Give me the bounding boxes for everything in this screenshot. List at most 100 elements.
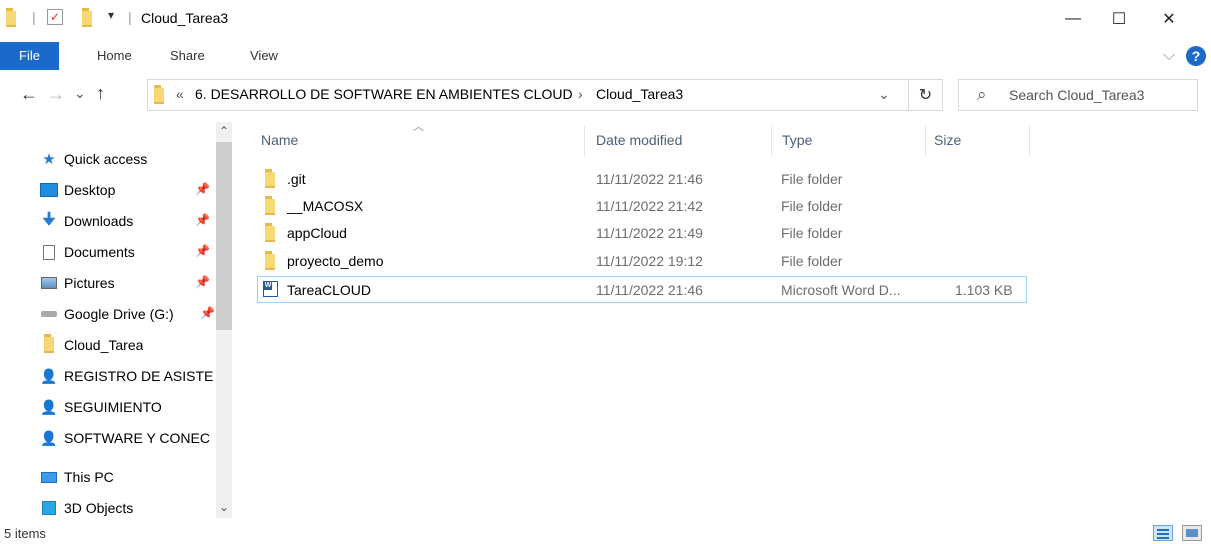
file-date: 11/11/2022 21:49 bbox=[596, 225, 703, 241]
file-type: File folder bbox=[781, 253, 843, 269]
file-date: 11/11/2022 21:46 bbox=[596, 282, 703, 298]
file-list: ︿ Name Date modified Type Size .git 11/1… bbox=[238, 121, 1211, 522]
tab-file[interactable]: File bbox=[0, 42, 59, 70]
pin-icon[interactable]: 📌 bbox=[200, 306, 215, 320]
nav-item-3d-objects[interactable]: 3D Objects bbox=[40, 493, 255, 523]
close-button[interactable]: ✕ bbox=[1146, 0, 1192, 38]
pin-icon[interactable]: 📌 bbox=[195, 182, 210, 196]
file-row[interactable]: __MACOSX 11/11/2022 21:42 File folder bbox=[257, 193, 1027, 220]
file-type: Microsoft Word D... bbox=[781, 282, 901, 298]
divider: | bbox=[128, 9, 132, 25]
folder-icon bbox=[265, 169, 275, 191]
file-name: .git bbox=[287, 171, 306, 187]
folder-icon bbox=[265, 223, 275, 245]
recent-locations-button[interactable]: ⌄ bbox=[74, 85, 86, 102]
help-icon[interactable]: ? bbox=[1186, 46, 1206, 66]
breadcrumb-separator[interactable]: › bbox=[578, 86, 583, 102]
tab-home[interactable]: Home bbox=[97, 42, 132, 70]
search-icon: ⌕ bbox=[977, 85, 987, 104]
item-count: 5 items bbox=[4, 526, 46, 541]
nav-item-software[interactable]: 👤 SOFTWARE Y CONEC bbox=[40, 423, 255, 453]
file-date: 11/11/2022 19:12 bbox=[596, 253, 703, 269]
breadcrumb-item[interactable]: 6. DESARROLLO DE SOFTWARE EN AMBIENTES C… bbox=[195, 86, 573, 102]
folder-icon bbox=[265, 251, 275, 273]
ribbon: File Home Share View ⌵ ? bbox=[0, 38, 1211, 70]
nav-item-pictures[interactable]: Pictures bbox=[40, 268, 255, 298]
file-date: 11/11/2022 21:42 bbox=[596, 198, 703, 214]
sort-ascending-icon: ︿ bbox=[413, 121, 424, 133]
address-bar[interactable]: « 6. DESARROLLO DE SOFTWARE EN AMBIENTES… bbox=[147, 79, 909, 111]
pictures-icon bbox=[40, 277, 58, 289]
search-box[interactable]: ⌕ bbox=[958, 79, 1198, 111]
pin-icon[interactable]: 📌 bbox=[195, 213, 210, 227]
forward-button[interactable]: → bbox=[47, 84, 65, 105]
folder-icon bbox=[40, 334, 58, 353]
column-divider[interactable] bbox=[1029, 126, 1030, 156]
up-button[interactable]: ↑ bbox=[96, 83, 105, 104]
collapse-ribbon-icon[interactable]: ⌵ bbox=[1163, 47, 1175, 65]
cube-icon bbox=[40, 501, 58, 515]
file-row[interactable]: appCloud 11/11/2022 21:49 File folder bbox=[257, 220, 1027, 247]
word-doc-icon: W bbox=[263, 281, 278, 297]
large-icons-view-icon[interactable] bbox=[1182, 525, 1202, 541]
file-row[interactable]: proyecto_demo 11/11/2022 19:12 File fold… bbox=[257, 248, 1027, 275]
documents-icon bbox=[40, 244, 58, 260]
properties-checkbox-icon[interactable]: ✓ bbox=[47, 9, 63, 25]
drive-icon bbox=[40, 311, 58, 317]
column-divider[interactable] bbox=[584, 126, 585, 156]
back-button[interactable]: ← bbox=[20, 84, 38, 105]
folder-icon bbox=[265, 196, 275, 218]
nav-item-cloud-tarea[interactable]: Cloud_Tarea bbox=[40, 330, 255, 360]
address-row: ← → ⌄ ↑ « 6. DESARROLLO DE SOFTWARE EN A… bbox=[0, 70, 1211, 122]
breadcrumb-item-current[interactable]: Cloud_Tarea3 bbox=[596, 86, 683, 102]
shared-user-icon: 👤 bbox=[40, 398, 58, 415]
pin-icon[interactable]: 📌 bbox=[195, 244, 210, 258]
file-type: File folder bbox=[781, 225, 843, 241]
status-bar: 5 items bbox=[0, 522, 1211, 544]
computer-icon bbox=[40, 471, 58, 483]
pin-icon[interactable]: 📌 bbox=[195, 275, 210, 289]
nav-item-documents[interactable]: Documents bbox=[40, 237, 255, 267]
shared-user-icon: 👤 bbox=[40, 367, 58, 384]
refresh-button[interactable]: ↻ bbox=[909, 79, 943, 111]
shared-user-icon: 👤 bbox=[40, 429, 58, 446]
new-folder-icon[interactable] bbox=[82, 8, 92, 30]
file-type: File folder bbox=[781, 171, 843, 187]
column-divider[interactable] bbox=[925, 126, 926, 156]
scroll-up-icon[interactable]: ⌃ bbox=[219, 124, 229, 138]
file-row-selected[interactable]: W TareaCLOUD 11/11/2022 21:46 Microsoft … bbox=[257, 276, 1027, 303]
star-icon: ★ bbox=[42, 151, 56, 168]
navigation-pane: ⌃ ⌄ ★ Quick access Desktop 🠋 Downloads D… bbox=[0, 122, 238, 522]
divider: | bbox=[32, 9, 36, 25]
column-header-type[interactable]: Type bbox=[782, 132, 812, 152]
download-icon: 🠋 bbox=[42, 210, 56, 228]
title-bar: | ✓ ▾ | Cloud_Tarea3 — ☐ ✕ bbox=[0, 0, 1211, 38]
tab-share[interactable]: Share bbox=[170, 42, 205, 70]
file-type: File folder bbox=[781, 198, 843, 214]
address-dropdown-icon[interactable]: ⌄ bbox=[878, 86, 890, 103]
nav-item-seguimiento[interactable]: 👤 SEGUIMIENTO bbox=[40, 392, 255, 422]
nav-item-this-pc[interactable]: This PC bbox=[40, 462, 255, 492]
desktop-icon bbox=[40, 183, 58, 197]
breadcrumb-overflow[interactable]: « bbox=[176, 86, 184, 102]
nav-item-registro[interactable]: 👤 REGISTRO DE ASISTE bbox=[40, 361, 255, 391]
search-input[interactable] bbox=[1007, 86, 1191, 104]
minimize-button[interactable]: — bbox=[1050, 0, 1096, 38]
tab-view[interactable]: View bbox=[250, 42, 278, 70]
nav-item-quick-access[interactable]: ★ Quick access bbox=[40, 144, 255, 174]
details-view-icon[interactable] bbox=[1153, 525, 1173, 541]
window-title: Cloud_Tarea3 bbox=[141, 10, 229, 26]
nav-item-downloads[interactable]: 🠋 Downloads bbox=[40, 206, 255, 236]
column-header-size[interactable]: Size bbox=[934, 132, 961, 152]
column-divider[interactable] bbox=[771, 126, 772, 156]
column-header-name[interactable]: Name bbox=[261, 132, 298, 152]
file-name: proyecto_demo bbox=[287, 253, 384, 269]
nav-item-google-drive[interactable]: Google Drive (G:) bbox=[40, 299, 255, 329]
file-name: TareaCLOUD bbox=[287, 282, 372, 298]
folder-icon bbox=[154, 85, 164, 107]
customize-toolbar-icon[interactable]: ▾ bbox=[108, 8, 114, 22]
nav-item-desktop[interactable]: Desktop bbox=[40, 175, 255, 205]
maximize-button[interactable]: ☐ bbox=[1096, 0, 1142, 38]
column-header-date[interactable]: Date modified bbox=[596, 132, 682, 152]
file-row[interactable]: .git 11/11/2022 21:46 File folder bbox=[257, 166, 1027, 193]
